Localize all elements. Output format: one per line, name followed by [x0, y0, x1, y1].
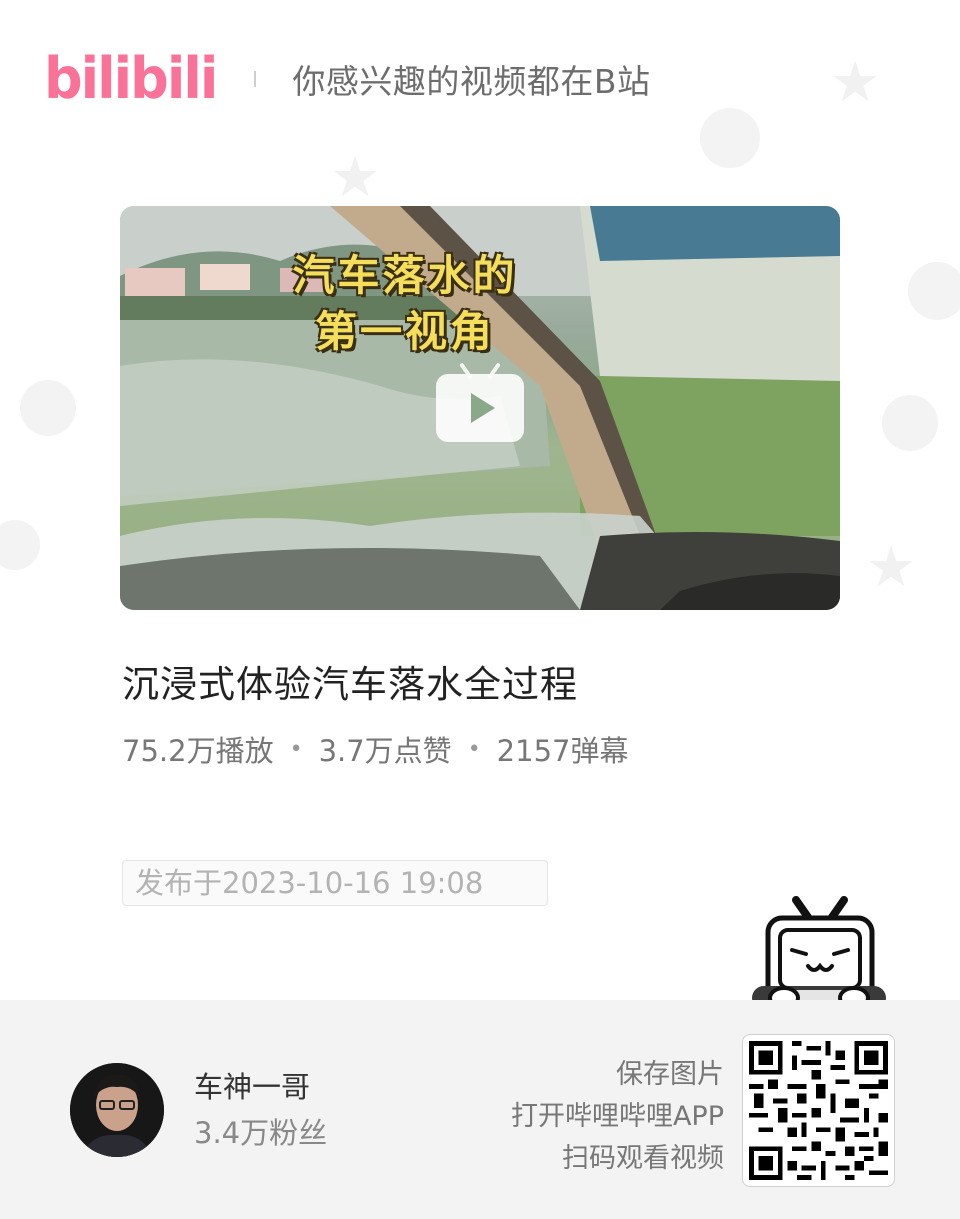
background-decoration	[908, 262, 960, 320]
video-cover[interactable]: 汽车落水的 第一视角	[120, 206, 840, 610]
background-decoration	[700, 108, 760, 168]
background-decoration	[882, 395, 938, 451]
video-title[interactable]: 沉浸式体验汽车落水全过程	[122, 654, 578, 708]
background-decoration	[20, 380, 76, 436]
publish-date: 发布于2023-10-16 19:08	[122, 860, 548, 906]
hint-scan-watch: 扫码观看视频	[562, 1143, 724, 1174]
tv-mascot-icon	[752, 896, 886, 1010]
separator-dot: •	[467, 736, 481, 762]
separator-dot: •	[289, 736, 303, 762]
hint-open-app: 打开哔哩哔哩APP	[510, 1101, 724, 1132]
header-slogan: 你感兴趣的视频都在B站	[292, 62, 651, 101]
play-icon[interactable]	[436, 362, 524, 442]
background-decoration	[0, 520, 40, 570]
danmaku-count: 2157弹幕	[496, 734, 629, 768]
background-decoration: ★	[330, 145, 381, 210]
uploader-name[interactable]: 车神一哥	[194, 1064, 310, 1106]
footer: 车神一哥 3.4万粉丝 保存图片 打开哔哩哔哩APP 扫码观看视频	[0, 1000, 960, 1219]
header: bilibili 你感兴趣的视频都在B站	[44, 44, 924, 114]
like-count: 3.7万点赞	[318, 734, 452, 768]
uploader-fans: 3.4万粉丝	[194, 1116, 328, 1150]
qr-code-icon[interactable]	[742, 1034, 895, 1187]
cover-caption-line2: 第一视角	[314, 307, 495, 356]
video-stats: 75.2万播放 • 3.7万点赞 • 2157弹幕	[122, 728, 628, 770]
play-count: 75.2万播放	[122, 734, 274, 768]
header-divider	[254, 71, 257, 87]
hint-save-image: 保存图片	[616, 1059, 724, 1090]
cover-caption-line1: 汽车落水的	[292, 251, 518, 300]
bilibili-logo: bilibili	[44, 45, 218, 112]
avatar[interactable]	[70, 1063, 164, 1157]
background-decoration: ★	[866, 535, 917, 600]
